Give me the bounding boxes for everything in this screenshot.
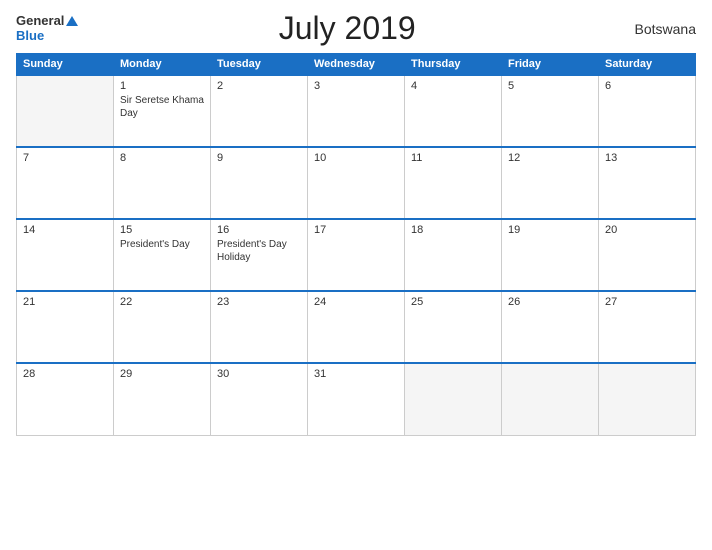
calendar-day-cell: 14 xyxy=(17,219,114,291)
weekday-header-sunday: Sunday xyxy=(17,54,114,76)
day-number: 12 xyxy=(508,152,592,164)
day-number: 10 xyxy=(314,152,398,164)
calendar-day-cell: 23 xyxy=(211,291,308,363)
day-event: Sir Seretse Khama Day xyxy=(120,95,204,119)
calendar-day-cell: 17 xyxy=(308,219,405,291)
calendar-day-cell: 3 xyxy=(308,75,405,147)
logo-general-text: General xyxy=(16,14,78,28)
calendar-day-cell: 4 xyxy=(405,75,502,147)
day-number: 14 xyxy=(23,224,107,236)
calendar-day-cell: 28 xyxy=(17,363,114,435)
logo-blue-text: Blue xyxy=(16,29,44,43)
logo-triangle-icon xyxy=(66,16,78,26)
calendar-day-cell: 31 xyxy=(308,363,405,435)
day-number: 22 xyxy=(120,296,204,308)
month-title: July 2019 xyxy=(78,10,616,47)
day-number: 17 xyxy=(314,224,398,236)
day-number: 11 xyxy=(411,152,495,164)
calendar-day-cell: 11 xyxy=(405,147,502,219)
day-number: 23 xyxy=(217,296,301,308)
day-number: 25 xyxy=(411,296,495,308)
calendar-day-cell xyxy=(17,75,114,147)
calendar-day-cell: 10 xyxy=(308,147,405,219)
logo-general-label: General xyxy=(16,14,64,28)
calendar-day-cell: 19 xyxy=(502,219,599,291)
calendar-day-cell: 18 xyxy=(405,219,502,291)
calendar-day-cell: 27 xyxy=(599,291,696,363)
weekday-header-thursday: Thursday xyxy=(405,54,502,76)
calendar-day-cell: 5 xyxy=(502,75,599,147)
day-event: President's Day Holiday xyxy=(217,239,287,263)
day-number: 30 xyxy=(217,368,301,380)
weekday-header-wednesday: Wednesday xyxy=(308,54,405,76)
calendar-week-row: 14 15 President's Day 16 President's Day Hol… xyxy=(17,219,696,291)
calendar-day-cell: 30 xyxy=(211,363,308,435)
day-number: 3 xyxy=(314,80,398,92)
day-number: 19 xyxy=(508,224,592,236)
calendar-table: SundayMondayTuesdayWednesdayThursdayFrid… xyxy=(16,53,696,436)
calendar-week-row: 21 22 23 24 25 26 27 xyxy=(17,291,696,363)
calendar-day-cell: 1 Sir Seretse Khama Day xyxy=(114,75,211,147)
day-number: 8 xyxy=(120,152,204,164)
calendar-day-cell: 24 xyxy=(308,291,405,363)
day-number: 7 xyxy=(23,152,107,164)
calendar-day-cell: 25 xyxy=(405,291,502,363)
calendar-day-cell: 6 xyxy=(599,75,696,147)
calendar-day-cell: 7 xyxy=(17,147,114,219)
calendar-page: General Blue July 2019 Botswana SundayMo… xyxy=(0,0,712,550)
day-number: 27 xyxy=(605,296,689,308)
day-number: 28 xyxy=(23,368,107,380)
logo: General Blue xyxy=(16,14,78,43)
calendar-day-cell xyxy=(502,363,599,435)
calendar-body: 1Sir Seretse Khama Day234567891011121314… xyxy=(17,75,696,435)
day-number: 15 xyxy=(120,224,204,236)
calendar-day-cell: 29 xyxy=(114,363,211,435)
weekday-header-row: SundayMondayTuesdayWednesdayThursdayFrid… xyxy=(17,54,696,76)
calendar-day-cell: 21 xyxy=(17,291,114,363)
day-number: 29 xyxy=(120,368,204,380)
day-number: 24 xyxy=(314,296,398,308)
calendar-day-cell xyxy=(405,363,502,435)
calendar-week-row: 7 8 9 10 11 12 13 xyxy=(17,147,696,219)
calendar-day-cell xyxy=(599,363,696,435)
calendar-week-row: 1 Sir Seretse Khama Day 2 3 4 5 6 xyxy=(17,75,696,147)
calendar-day-cell: 9 xyxy=(211,147,308,219)
calendar-day-cell: 8 xyxy=(114,147,211,219)
country-label: Botswana xyxy=(616,21,696,37)
day-number: 5 xyxy=(508,80,592,92)
calendar-day-cell: 20 xyxy=(599,219,696,291)
day-number: 9 xyxy=(217,152,301,164)
calendar-header: General Blue July 2019 Botswana xyxy=(16,10,696,47)
weekday-header-saturday: Saturday xyxy=(599,54,696,76)
day-number: 2 xyxy=(217,80,301,92)
calendar-day-cell: 26 xyxy=(502,291,599,363)
calendar-day-cell: 13 xyxy=(599,147,696,219)
day-number: 21 xyxy=(23,296,107,308)
weekday-header-friday: Friday xyxy=(502,54,599,76)
day-number: 4 xyxy=(411,80,495,92)
calendar-day-cell: 2 xyxy=(211,75,308,147)
calendar-week-row: 28 29 30 31 xyxy=(17,363,696,435)
day-number: 13 xyxy=(605,152,689,164)
day-event: President's Day xyxy=(120,239,190,250)
weekday-header-tuesday: Tuesday xyxy=(211,54,308,76)
calendar-day-cell: 12 xyxy=(502,147,599,219)
day-number: 6 xyxy=(605,80,689,92)
day-number: 26 xyxy=(508,296,592,308)
weekday-header-monday: Monday xyxy=(114,54,211,76)
day-number: 20 xyxy=(605,224,689,236)
day-number: 18 xyxy=(411,224,495,236)
calendar-day-cell: 15 President's Day xyxy=(114,219,211,291)
day-number: 1 xyxy=(120,80,204,92)
day-number: 31 xyxy=(314,368,398,380)
calendar-day-cell: 16 President's Day Holiday xyxy=(211,219,308,291)
calendar-header-row: SundayMondayTuesdayWednesdayThursdayFrid… xyxy=(17,54,696,76)
calendar-day-cell: 22 xyxy=(114,291,211,363)
day-number: 16 xyxy=(217,224,301,236)
